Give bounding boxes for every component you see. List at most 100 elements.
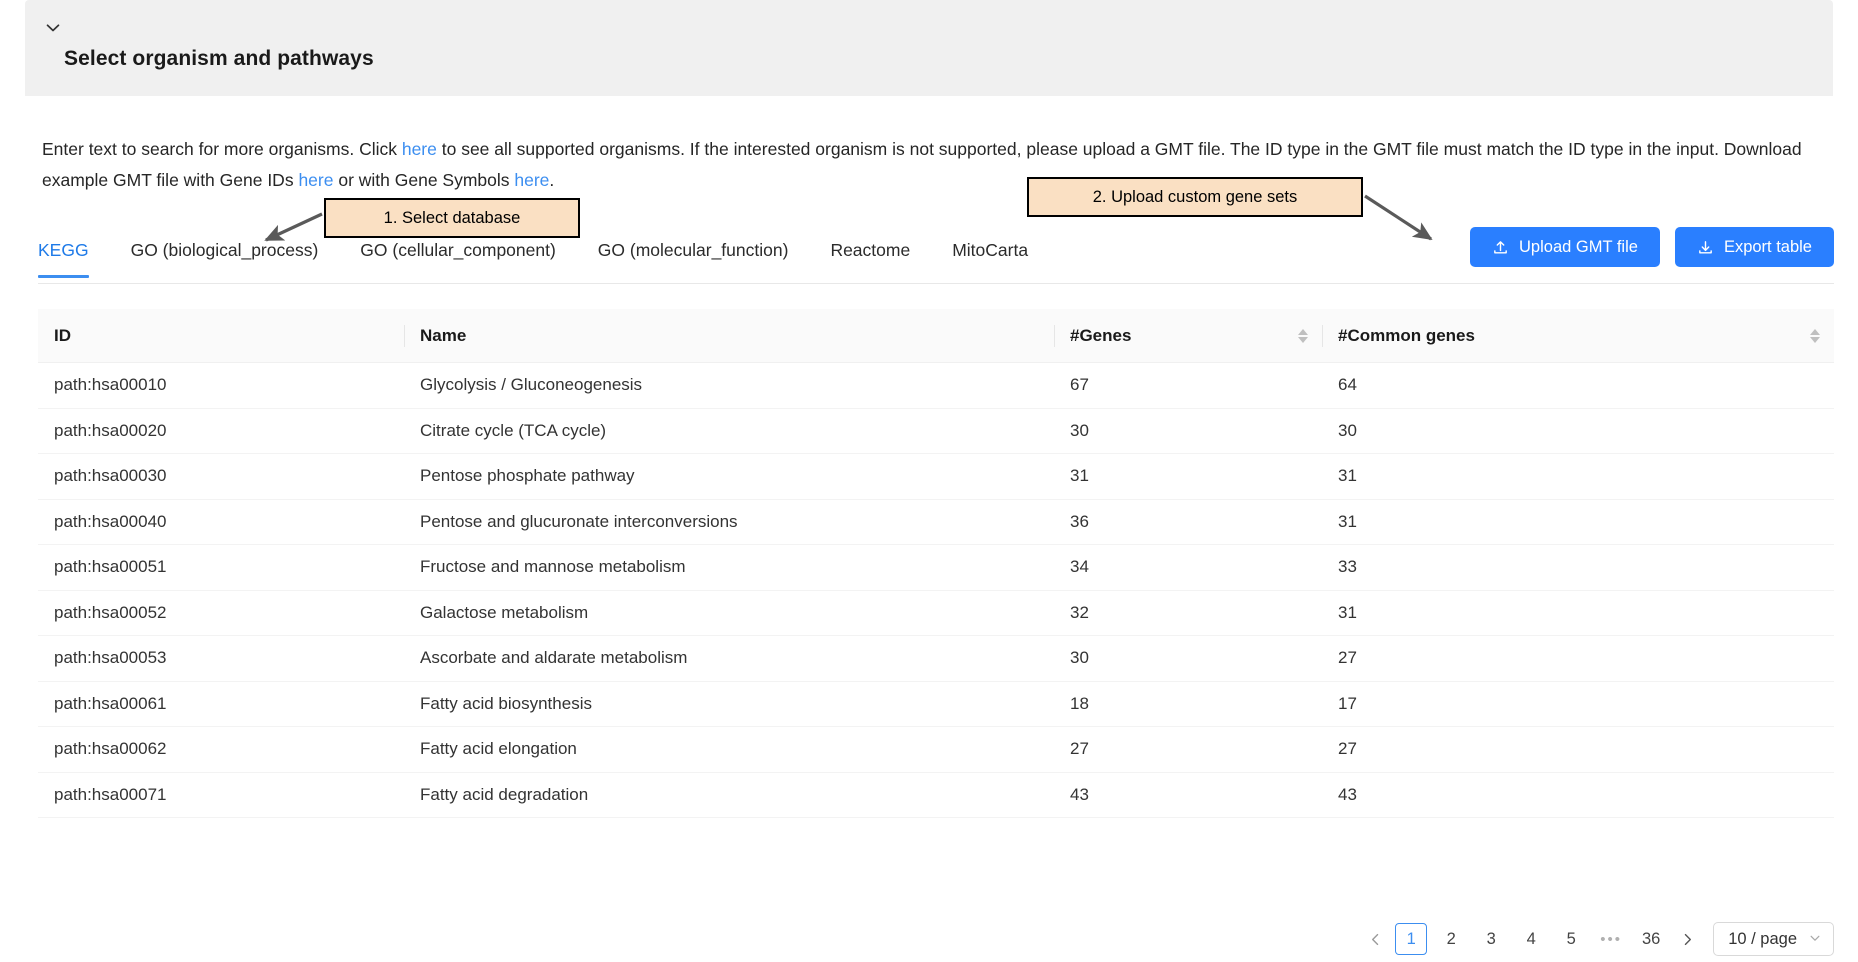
cell-common-genes: 27 — [1322, 727, 1834, 772]
cell-id: path:hsa00020 — [38, 409, 404, 454]
tab-kegg[interactable]: KEGG — [38, 237, 89, 277]
cell-common-genes: 27 — [1322, 636, 1834, 681]
example-gmt-gene-symbols-link[interactable]: here — [514, 170, 549, 190]
column-header-id: ID — [38, 309, 404, 362]
chevron-right-icon[interactable] — [1671, 923, 1703, 955]
cell-name: Pentose phosphate pathway — [404, 454, 1054, 499]
cell-name: Glycolysis / Gluconeogenesis — [404, 363, 1054, 408]
description-text: Enter text to search for more organisms.… — [42, 134, 1834, 196]
column-header-id-label: ID — [54, 326, 71, 346]
description-part-1: Enter text to search for more organisms.… — [42, 139, 402, 159]
column-header-common-genes-label: #Common genes — [1338, 326, 1475, 346]
table-header-row: ID Name #Genes #Common genes — [38, 309, 1834, 363]
cell-genes: 32 — [1054, 591, 1322, 636]
description-part-3: or with Gene Symbols — [333, 170, 514, 190]
table-actions: Upload GMT file Export table — [1470, 227, 1834, 267]
cell-genes: 43 — [1054, 773, 1322, 818]
cell-name: Fatty acid elongation — [404, 727, 1054, 772]
cell-name: Ascorbate and aldarate metabolism — [404, 636, 1054, 681]
pathways-table: ID Name #Genes #Common genes path:hsa000… — [38, 309, 1834, 818]
pagination-page-4[interactable]: 4 — [1515, 923, 1547, 955]
cell-genes: 67 — [1054, 363, 1322, 408]
table-row[interactable]: path:hsa00020 Citrate cycle (TCA cycle) … — [38, 409, 1834, 455]
table-row[interactable]: path:hsa00061 Fatty acid biosynthesis 18… — [38, 682, 1834, 728]
page-size-select[interactable]: 10 / page — [1713, 922, 1834, 956]
download-icon — [1697, 239, 1714, 256]
upload-gmt-file-label: Upload GMT file — [1519, 238, 1638, 257]
cell-genes: 30 — [1054, 636, 1322, 681]
table-row[interactable]: path:hsa00030 Pentose phosphate pathway … — [38, 454, 1834, 500]
cell-genes: 31 — [1054, 454, 1322, 499]
pagination-page-5[interactable]: 5 — [1555, 923, 1587, 955]
database-tabbar: KEGG GO (biological_process) GO (cellula… — [38, 237, 1834, 284]
table-row[interactable]: path:hsa00053 Ascorbate and aldarate met… — [38, 636, 1834, 682]
cell-genes: 36 — [1054, 500, 1322, 545]
cell-id: path:hsa00040 — [38, 500, 404, 545]
cell-name: Fatty acid degradation — [404, 773, 1054, 818]
upload-icon — [1492, 239, 1509, 256]
cell-id: path:hsa00071 — [38, 773, 404, 818]
cell-id: path:hsa00062 — [38, 727, 404, 772]
cell-genes: 30 — [1054, 409, 1322, 454]
cell-common-genes: 64 — [1322, 363, 1834, 408]
chevron-left-icon[interactable] — [1359, 923, 1391, 955]
cell-name: Fructose and mannose metabolism — [404, 545, 1054, 590]
cell-name: Citrate cycle (TCA cycle) — [404, 409, 1054, 454]
annotation-callout-upload-gene-sets: 2. Upload custom gene sets — [1027, 177, 1363, 217]
column-header-common-genes[interactable]: #Common genes — [1322, 309, 1834, 362]
pagination-ellipsis[interactable]: ••• — [1595, 923, 1627, 955]
cell-common-genes: 17 — [1322, 682, 1834, 727]
column-header-genes[interactable]: #Genes — [1054, 309, 1322, 362]
cell-id: path:hsa00010 — [38, 363, 404, 408]
cell-name: Galactose metabolism — [404, 591, 1054, 636]
table-row[interactable]: path:hsa00010 Glycolysis / Gluconeogenes… — [38, 363, 1834, 409]
cell-common-genes: 30 — [1322, 409, 1834, 454]
tab-mitocarta[interactable]: MitoCarta — [952, 237, 1028, 277]
cell-id: path:hsa00030 — [38, 454, 404, 499]
pagination-page-2[interactable]: 2 — [1435, 923, 1467, 955]
export-table-label: Export table — [1724, 238, 1812, 257]
cell-id: path:hsa00051 — [38, 545, 404, 590]
tab-go-cellular-component[interactable]: GO (cellular_component) — [360, 237, 556, 277]
page-title: Select organism and pathways — [64, 47, 374, 71]
cell-name: Pentose and glucuronate interconversions — [404, 500, 1054, 545]
table-row[interactable]: path:hsa00051 Fructose and mannose metab… — [38, 545, 1834, 591]
sort-common-genes-icon[interactable] — [1810, 329, 1820, 343]
chevron-down-icon — [1809, 932, 1821, 947]
cell-genes: 18 — [1054, 682, 1322, 727]
annotation-callout-select-database: 1. Select database — [324, 198, 580, 238]
upload-gmt-file-button[interactable]: Upload GMT file — [1470, 227, 1660, 267]
column-header-genes-label: #Genes — [1070, 326, 1131, 346]
pagination-last-page[interactable]: 36 — [1635, 923, 1667, 955]
cell-common-genes: 43 — [1322, 773, 1834, 818]
cell-common-genes: 31 — [1322, 591, 1834, 636]
tab-reactome[interactable]: Reactome — [830, 237, 910, 277]
tab-go-molecular-function[interactable]: GO (molecular_function) — [598, 237, 789, 277]
column-header-name: Name — [404, 309, 1054, 362]
cell-common-genes: 33 — [1322, 545, 1834, 590]
table-row[interactable]: path:hsa00040 Pentose and glucuronate in… — [38, 500, 1834, 546]
description-part-4: . — [549, 170, 554, 190]
cell-name: Fatty acid biosynthesis — [404, 682, 1054, 727]
table-row[interactable]: path:hsa00071 Fatty acid degradation 43 … — [38, 773, 1834, 819]
cell-id: path:hsa00053 — [38, 636, 404, 681]
supported-organisms-link[interactable]: here — [402, 139, 437, 159]
table-row[interactable]: path:hsa00052 Galactose metabolism 32 31 — [38, 591, 1834, 637]
example-gmt-gene-ids-link[interactable]: here — [298, 170, 333, 190]
cell-common-genes: 31 — [1322, 454, 1834, 499]
cell-id: path:hsa00052 — [38, 591, 404, 636]
tab-list: KEGG GO (biological_process) GO (cellula… — [38, 237, 1070, 277]
pagination-page-3[interactable]: 3 — [1475, 923, 1507, 955]
table-row[interactable]: path:hsa00062 Fatty acid elongation 27 2… — [38, 727, 1834, 773]
cell-genes: 34 — [1054, 545, 1322, 590]
cell-id: path:hsa00061 — [38, 682, 404, 727]
export-table-button[interactable]: Export table — [1675, 227, 1834, 267]
pagination-page-1[interactable]: 1 — [1395, 923, 1427, 955]
panel-header: Select organism and pathways — [25, 0, 1833, 96]
tab-go-biological-process[interactable]: GO (biological_process) — [131, 237, 319, 277]
pagination: 1 2 3 4 5 ••• 36 10 / page — [1359, 920, 1834, 958]
sort-genes-icon[interactable] — [1298, 329, 1308, 343]
page-size-label: 10 / page — [1728, 930, 1797, 949]
page-root: Select organism and pathways Enter text … — [0, 0, 1858, 962]
chevron-down-icon[interactable] — [42, 17, 64, 39]
